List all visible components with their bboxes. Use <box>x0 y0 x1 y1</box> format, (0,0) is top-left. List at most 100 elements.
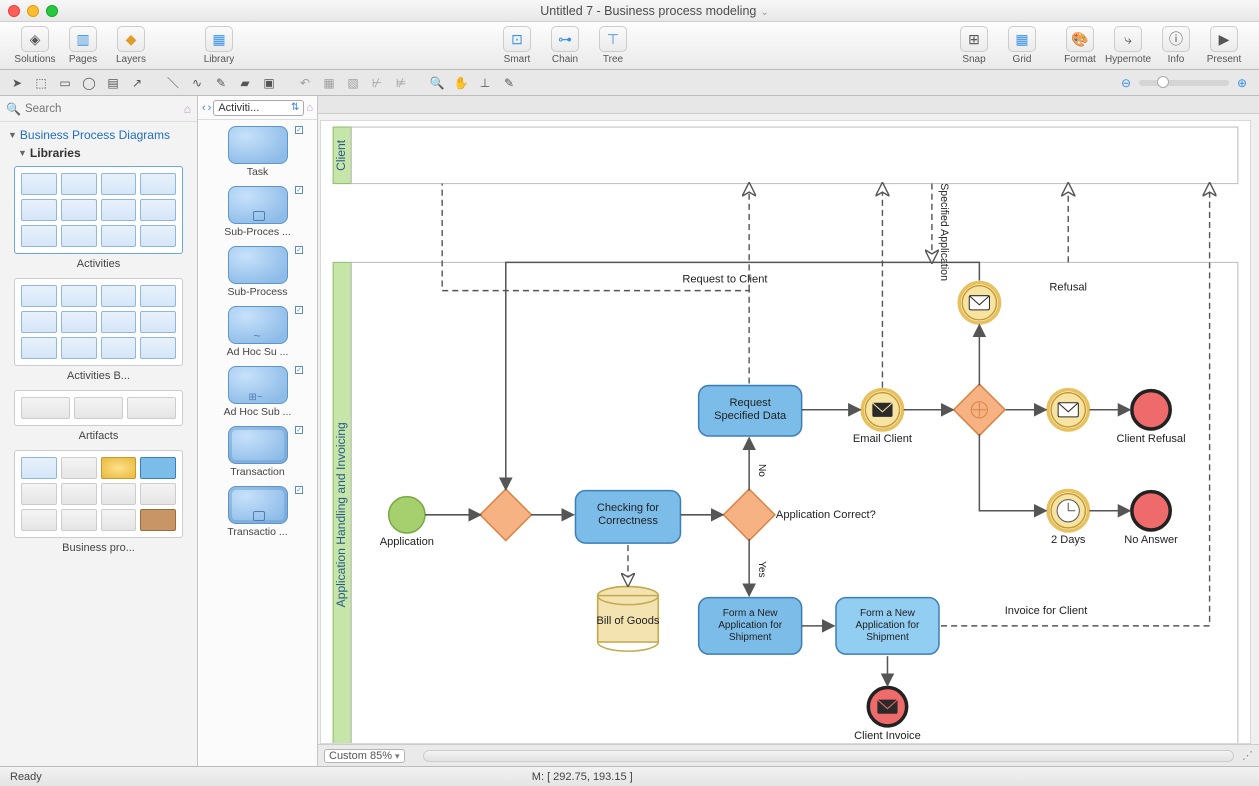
pool-app-label: Application Handling and Invoicing <box>334 422 348 607</box>
zoom-slider[interactable] <box>1139 80 1229 86</box>
marquee-tool[interactable]: ⬚ <box>30 73 52 93</box>
layers-button[interactable]: ◆Layers <box>108 26 154 65</box>
chain-button[interactable]: ⊶Chain <box>542 26 588 65</box>
event-intermediate-right[interactable] <box>1048 390 1088 430</box>
pool-client-label: Client <box>334 139 348 171</box>
nav-fwd-icon[interactable]: › <box>208 102 212 114</box>
shape-selector[interactable]: Activiti...⇅ <box>213 100 304 116</box>
library-artifacts[interactable] <box>14 390 183 426</box>
end-noanswer[interactable] <box>1132 492 1170 530</box>
snap-button[interactable]: ⊞Snap <box>951 26 997 65</box>
library-tree: ▼Business Process Diagrams ▼Libraries Ac… <box>0 122 197 566</box>
window-title: Untitled 7 - Business process modeling⌄ <box>58 4 1251 18</box>
event-timer[interactable] <box>1048 491 1088 531</box>
body: 🔍 ⌂ ▼Business Process Diagrams ▼Librarie… <box>0 96 1259 766</box>
titlebar: Untitled 7 - Business process modeling⌄ <box>0 0 1259 22</box>
align-tool[interactable]: ⊬ <box>366 73 388 93</box>
nav-back-icon[interactable]: ‹ <box>202 102 206 114</box>
event-email-client[interactable] <box>862 390 902 430</box>
rect-tool[interactable]: ▭ <box>54 73 76 93</box>
eyedrop-tool[interactable]: ✎ <box>498 73 520 93</box>
resize-grip-icon[interactable]: ⋰ <box>1242 749 1253 762</box>
ellipse-tool[interactable]: ◯ <box>78 73 100 93</box>
hscrollbar[interactable] <box>423 750 1234 762</box>
crop-tool[interactable]: ▣ <box>258 73 280 93</box>
pan-tool[interactable]: ✋ <box>450 73 472 93</box>
grid-button[interactable]: ▦Grid <box>999 26 1045 65</box>
pool-app-body[interactable] <box>351 262 1238 744</box>
text-tool[interactable]: ▤ <box>102 73 124 93</box>
search-input[interactable] <box>25 103 180 115</box>
solutions-button[interactable]: ◈Solutions <box>12 26 58 65</box>
format-button[interactable]: 🎨Format <box>1057 26 1103 65</box>
info-button[interactable]: ⓘInfo <box>1153 26 1199 65</box>
chevron-down-icon[interactable]: ⌄ <box>760 7 768 18</box>
tree-button[interactable]: ⊤Tree <box>590 26 636 65</box>
line-tool[interactable]: ＼ <box>162 73 184 93</box>
window-controls[interactable] <box>8 5 58 17</box>
shape-transactio[interactable]: ✓Transactio ... <box>206 486 309 538</box>
pen-tool[interactable]: ✎ <box>210 73 232 93</box>
pool-client-body[interactable] <box>351 127 1238 184</box>
bucket-tool[interactable]: ▰ <box>234 73 256 93</box>
status-mouse: M: [ 292.75, 193.15 ] <box>532 771 633 783</box>
end-client-invoice[interactable] <box>868 687 906 725</box>
stamp-tool[interactable]: ⊥ <box>474 73 496 93</box>
tree-root[interactable]: ▼Business Process Diagrams <box>6 126 191 144</box>
grid-label: Activities <box>6 258 191 270</box>
end-refusal[interactable] <box>1132 391 1170 429</box>
timer-label: 2 Days <box>1051 534 1086 546</box>
hypernote-button[interactable]: ⤷Hypernote <box>1105 26 1151 65</box>
shape-task[interactable]: ✓Task <box>206 126 309 178</box>
end-refusal-label: Client Refusal <box>1116 433 1185 445</box>
arrow-tool[interactable]: ↗ <box>126 73 148 93</box>
pointer-tool[interactable]: ➤ <box>6 73 28 93</box>
status-ready: Ready <box>10 771 42 783</box>
zoom-tool[interactable]: 🔍 <box>426 73 448 93</box>
curve-tool[interactable]: ∿ <box>186 73 208 93</box>
close-icon[interactable] <box>8 5 20 17</box>
shape-adhoc-su[interactable]: ✓Ad Hoc Su ... <box>206 306 309 358</box>
shape-subprocess-c[interactable]: ✓Sub-Proces ... <box>206 186 309 238</box>
smart-button[interactable]: ⊡Smart <box>494 26 540 65</box>
edge-no: No <box>756 464 767 477</box>
grid-label: Artifacts <box>6 430 191 442</box>
canvas-area: Client Application Handling and Invoicin… <box>318 96 1259 766</box>
home-icon[interactable]: ⌂ <box>184 102 191 116</box>
pages-button[interactable]: ▥Pages <box>60 26 106 65</box>
minimize-icon[interactable] <box>27 5 39 17</box>
shape-transaction[interactable]: ✓Transaction <box>206 426 309 478</box>
ungroup-tool[interactable]: ▧ <box>342 73 364 93</box>
grid-label: Activities B... <box>6 370 191 382</box>
present-button[interactable]: ▶Present <box>1201 26 1247 65</box>
ruler <box>318 96 1259 114</box>
undo-tool[interactable]: ↶ <box>294 73 316 93</box>
main-toolbar: ◈Solutions ▥Pages ◆Layers ▦Library ⊡Smar… <box>0 22 1259 70</box>
task-check-label: Checking forCorrectness <box>597 502 660 527</box>
start-event[interactable] <box>389 497 425 533</box>
event-email-label: Email Client <box>853 433 912 445</box>
zoom-select[interactable]: Custom 85% ▾ <box>324 749 405 763</box>
library-button[interactable]: ▦Library <box>196 26 242 65</box>
grid-label: Business pro... <box>6 542 191 554</box>
zoom-in-button[interactable]: ⊕ <box>1231 73 1253 93</box>
event-catch-msg[interactable] <box>959 283 999 323</box>
dist-tool[interactable]: ⊭ <box>390 73 412 93</box>
shape-adhoc-sub[interactable]: ✓Ad Hoc Sub ... <box>206 366 309 418</box>
group-tool[interactable]: ▦ <box>318 73 340 93</box>
status-bar: Ready M: [ 292.75, 193.15 ] <box>0 766 1259 786</box>
shape-subprocess[interactable]: ✓Sub-Process <box>206 246 309 298</box>
edge-invoice: Invoice for Client <box>1005 605 1088 617</box>
library-activities-b[interactable] <box>14 278 183 366</box>
shape-nav: ‹ › Activiti...⇅ ⌂ <box>198 96 317 120</box>
zoom-out-button[interactable]: ⊖ <box>1115 73 1137 93</box>
edge-reqclient: Request to Client <box>682 274 767 286</box>
tree-libraries[interactable]: ▼Libraries <box>16 144 191 162</box>
diagram-canvas[interactable]: Client Application Handling and Invoicin… <box>320 120 1251 744</box>
home-icon[interactable]: ⌂ <box>306 102 313 114</box>
secondary-toolbar: ➤ ⬚ ▭ ◯ ▤ ↗ ＼ ∿ ✎ ▰ ▣ ↶ ▦ ▧ ⊬ ⊭ 🔍 ✋ ⊥ ✎ … <box>0 70 1259 96</box>
library-business-pro[interactable] <box>14 450 183 538</box>
bpmn-diagram[interactable]: Client Application Handling and Invoicin… <box>321 121 1250 744</box>
zoom-icon[interactable] <box>46 5 58 17</box>
library-activities[interactable] <box>14 166 183 254</box>
